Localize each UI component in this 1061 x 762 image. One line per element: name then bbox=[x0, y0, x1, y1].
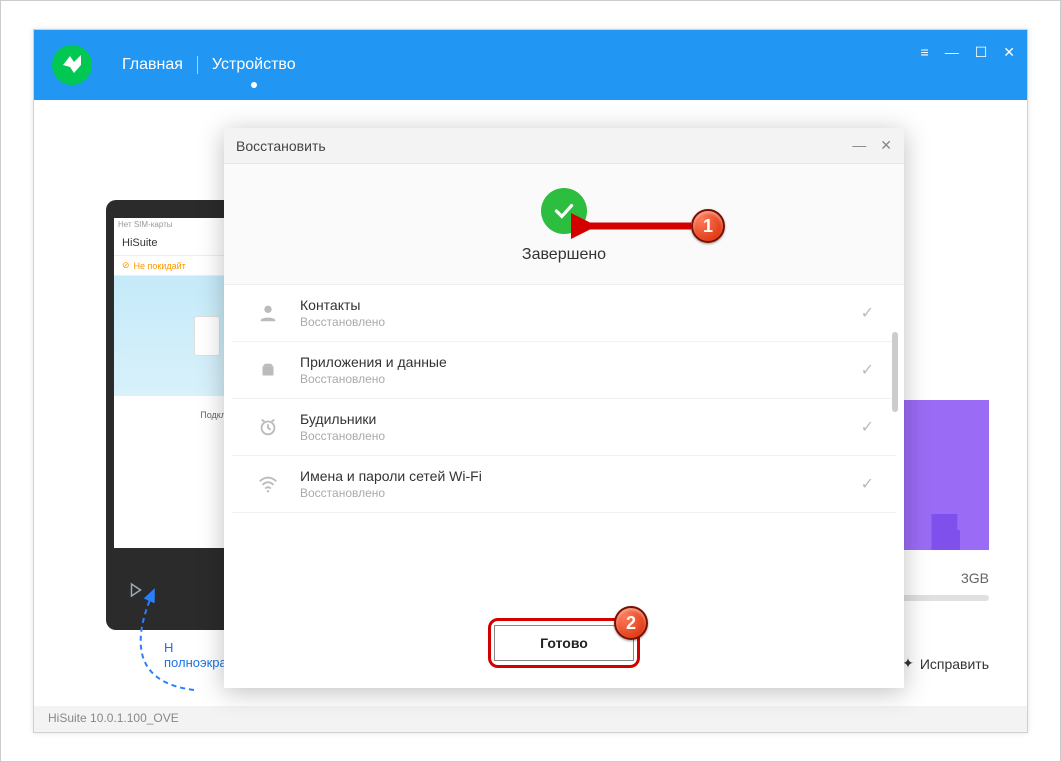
dialog-close-icon[interactable]: ✕ bbox=[880, 137, 892, 154]
dialog-footer: Готово bbox=[224, 598, 904, 688]
storage-bar bbox=[899, 595, 989, 601]
item-check-icon: ✓ bbox=[861, 417, 874, 437]
dialog-minimize-icon[interactable]: — bbox=[852, 137, 866, 154]
version-label: HiSuite 10.0.1.100_OVE bbox=[48, 711, 179, 725]
close-icon[interactable]: ✕ bbox=[1003, 44, 1015, 61]
item-title: Имена и пароли сетей Wi-Fi bbox=[300, 468, 843, 484]
android-icon bbox=[254, 356, 282, 384]
item-title: Приложения и данные bbox=[300, 354, 843, 370]
list-item: Имена и пароли сетей Wi-Fi Восстановлено… bbox=[232, 456, 896, 513]
wifi-icon bbox=[254, 470, 282, 498]
nav-device[interactable]: Устройство bbox=[198, 56, 310, 74]
menu-icon[interactable]: ≡ bbox=[921, 44, 929, 61]
annotation-badge-2: 2 bbox=[614, 606, 648, 640]
nav-home-label: Главная bbox=[122, 56, 183, 73]
item-status: Восстановлено bbox=[300, 315, 843, 329]
page-canvas: Главная Устройство ≡ — ☐ ✕ Нет SIM-карты… bbox=[0, 0, 1061, 762]
dialog-title: Восстановить bbox=[236, 138, 326, 154]
item-status: Восстановлено bbox=[300, 372, 843, 386]
list-item: Контакты Восстановлено ✓ bbox=[232, 285, 896, 342]
nav-device-label: Устройство bbox=[212, 56, 296, 73]
item-check-icon: ✓ bbox=[861, 360, 874, 380]
checkmark-icon bbox=[551, 198, 577, 224]
status-bar: HiSuite 10.0.1.100_OVE bbox=[34, 706, 1027, 732]
maximize-icon[interactable]: ☐ bbox=[975, 44, 988, 61]
alarm-icon bbox=[254, 413, 282, 441]
contacts-icon bbox=[254, 299, 282, 327]
restore-items-list[interactable]: Контакты Восстановлено ✓ Приложения и да… bbox=[224, 285, 904, 541]
dialog-status-text: Завершено bbox=[224, 246, 904, 264]
success-check-circle bbox=[541, 188, 587, 234]
item-check-icon: ✓ bbox=[861, 474, 874, 494]
item-status: Восстановлено bbox=[300, 429, 843, 443]
main-window: Главная Устройство ≡ — ☐ ✕ Нет SIM-карты… bbox=[33, 29, 1028, 733]
list-item: Будильники Восстановлено ✓ bbox=[232, 399, 896, 456]
item-title: Будильники bbox=[300, 411, 843, 427]
phone-sim-status: Нет SIM-карты bbox=[118, 220, 173, 229]
app-logo bbox=[52, 45, 92, 85]
nav-active-indicator bbox=[251, 82, 257, 88]
play-icon bbox=[127, 581, 145, 599]
item-check-icon: ✓ bbox=[861, 303, 874, 323]
storage-capacity: 3GB bbox=[961, 570, 989, 586]
item-title: Контакты bbox=[300, 297, 843, 313]
dialog-status-area: Завершено bbox=[224, 164, 904, 285]
dialog-header: Восстановить — ✕ bbox=[224, 128, 904, 164]
device-icon bbox=[194, 316, 220, 356]
hisuite-logo-icon bbox=[60, 53, 84, 77]
annotation-badge-1: 1 bbox=[691, 209, 725, 243]
warning-icon: ⊘ bbox=[122, 260, 130, 271]
phone-play-button bbox=[126, 580, 146, 600]
minimize-icon[interactable]: — bbox=[945, 44, 959, 61]
window-controls: ≡ — ☐ ✕ bbox=[921, 44, 1015, 61]
nav-home[interactable]: Главная bbox=[108, 56, 197, 74]
dialog-scrollbar[interactable] bbox=[892, 332, 898, 412]
restore-dialog: Восстановить — ✕ Завершено Контакты Восс bbox=[224, 128, 904, 688]
list-item: Приложения и данные Восстановлено ✓ bbox=[232, 342, 896, 399]
done-button[interactable]: Готово bbox=[494, 625, 634, 661]
titlebar: Главная Устройство ≡ — ☐ ✕ bbox=[34, 30, 1027, 100]
dialog-window-controls: — ✕ bbox=[852, 137, 892, 154]
fix-link[interactable]: ✦ Исправить bbox=[902, 655, 989, 672]
phone-warning-text: Не покидайт bbox=[134, 261, 186, 271]
fix-link-label: Исправить bbox=[920, 656, 989, 672]
item-status: Восстановлено bbox=[300, 486, 843, 500]
